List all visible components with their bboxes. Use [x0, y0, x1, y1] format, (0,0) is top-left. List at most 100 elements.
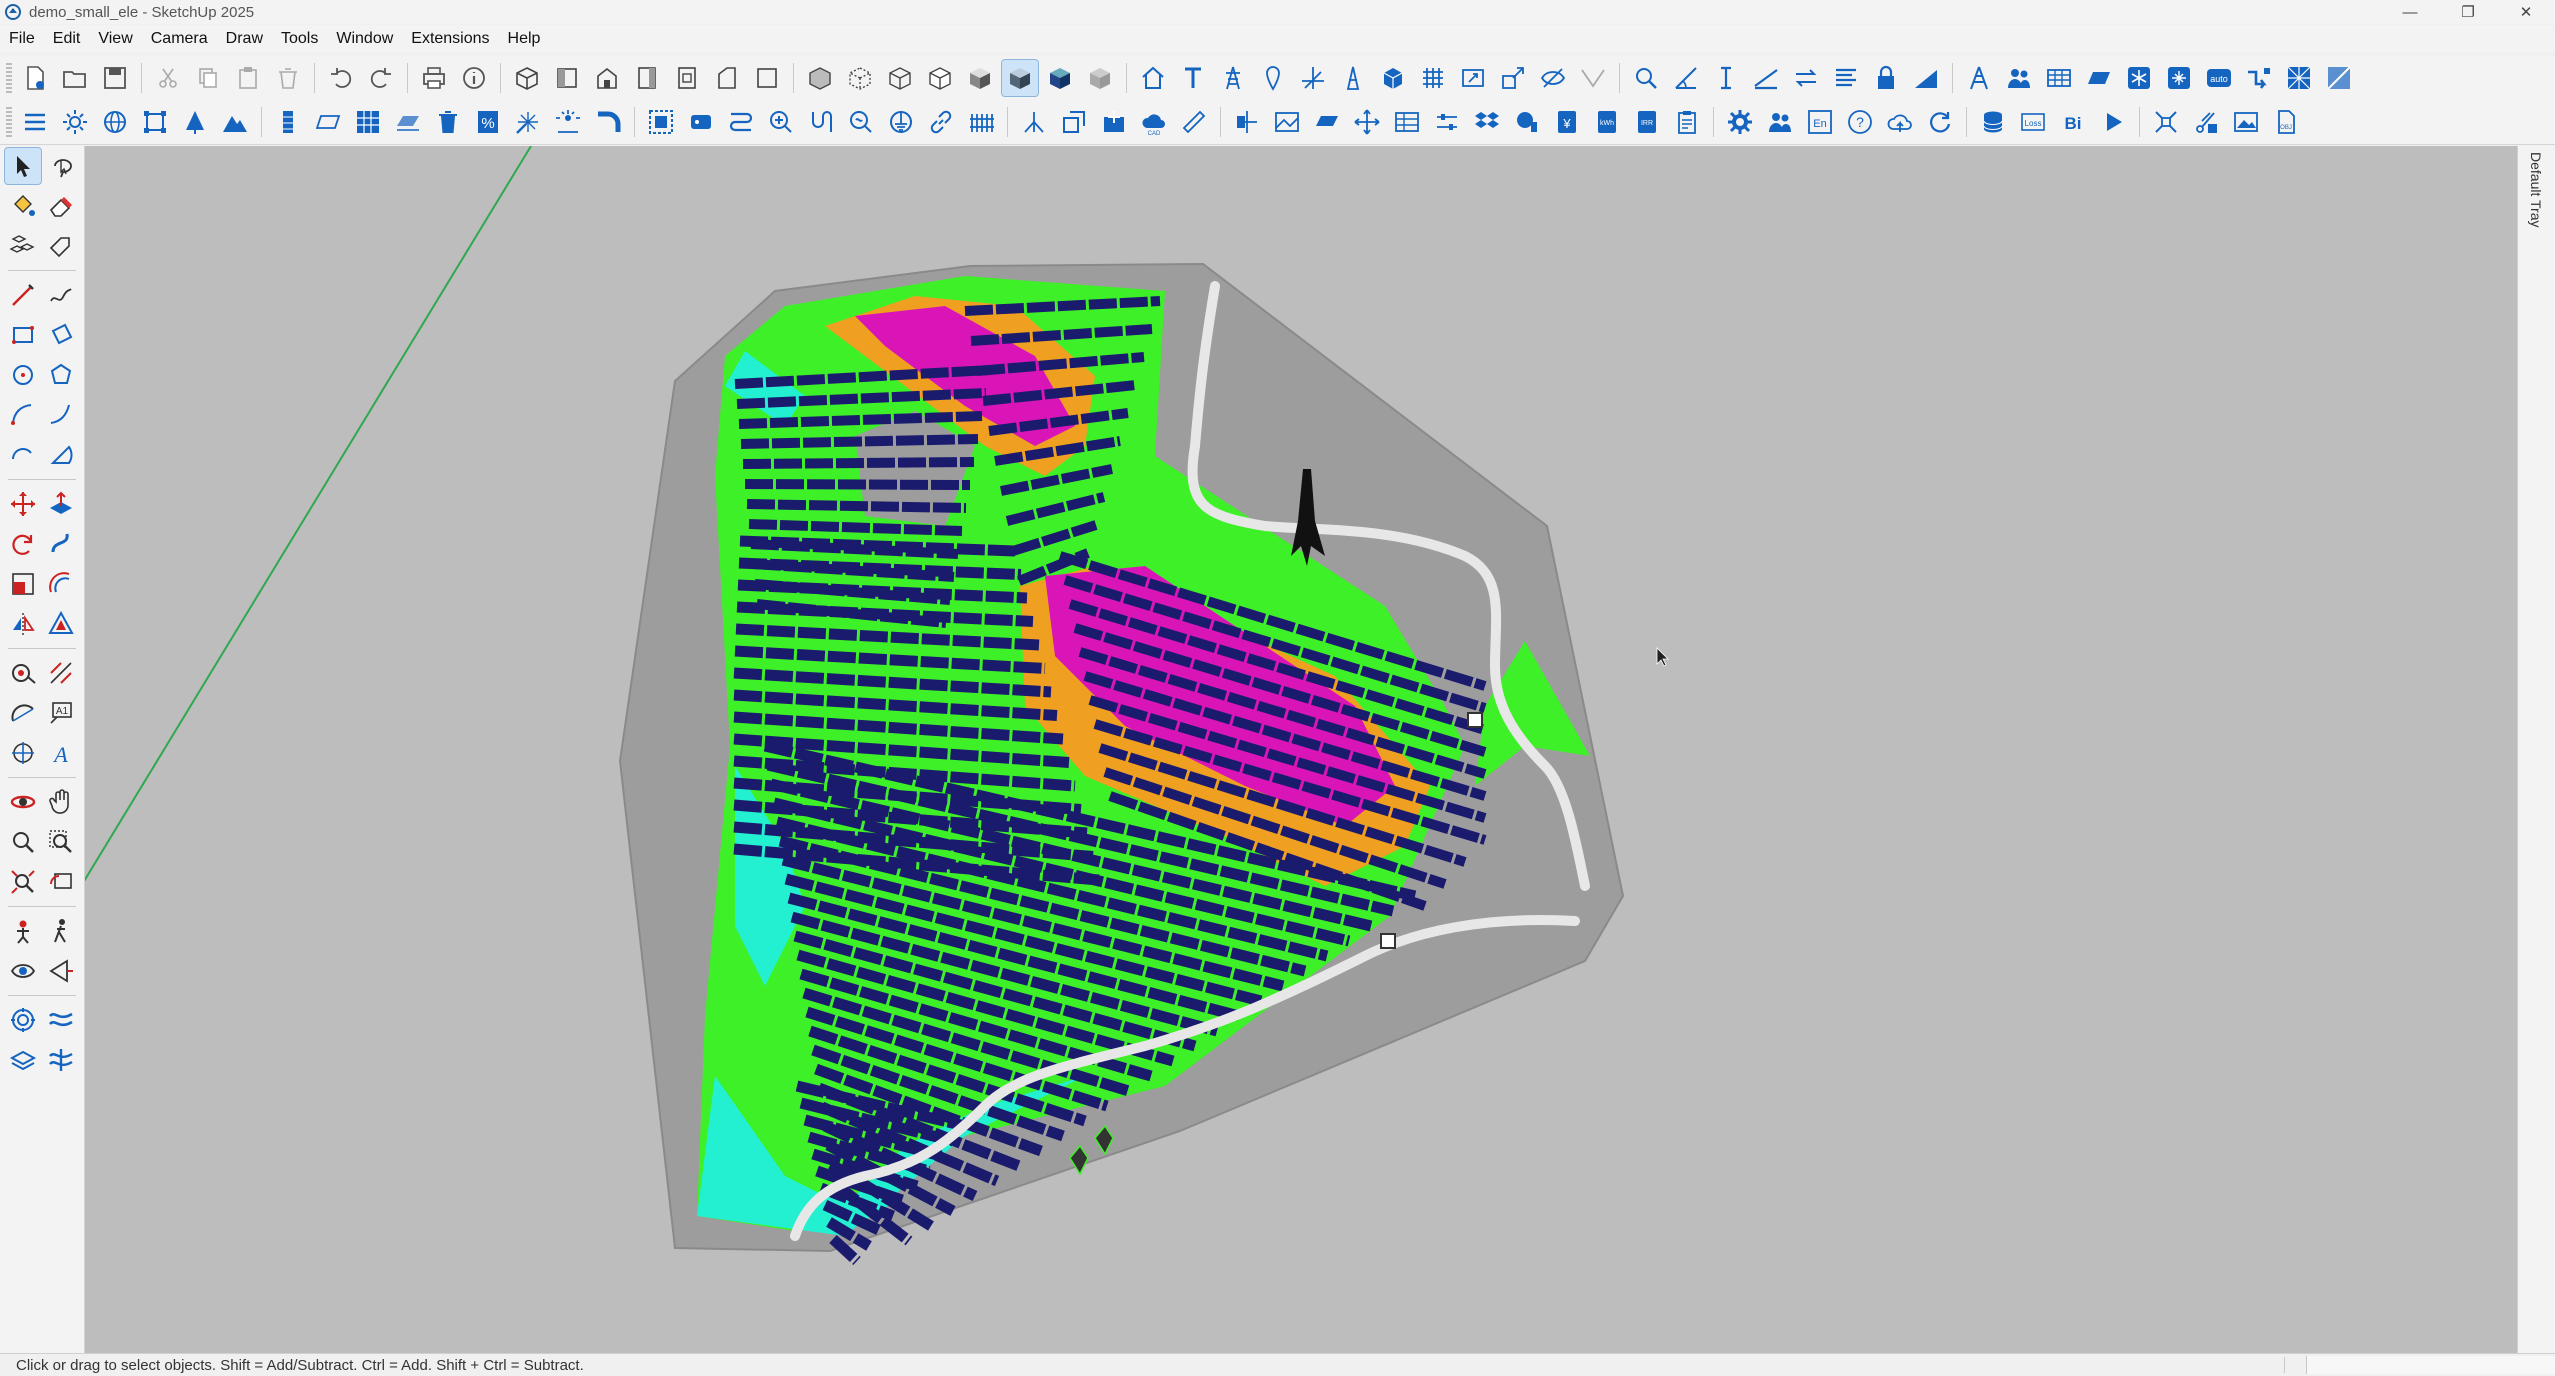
export-obj-button[interactable]: OBJ — [2268, 104, 2304, 140]
zoom-extents-tool-button[interactable] — [5, 864, 41, 900]
model-viewport[interactable] — [85, 146, 2517, 1353]
settings-button[interactable] — [1722, 104, 1758, 140]
tower-button[interactable] — [1215, 60, 1251, 96]
shade-button[interactable] — [177, 104, 213, 140]
protractor-tool-button[interactable] — [5, 695, 41, 731]
auto-layout-button[interactable]: auto — [2201, 60, 2237, 96]
mast-button[interactable] — [1335, 60, 1371, 96]
print-button[interactable] — [416, 60, 452, 96]
fold-button[interactable] — [1575, 60, 1611, 96]
redo-button[interactable] — [363, 60, 399, 96]
menu-help[interactable]: Help — [499, 30, 550, 48]
panel-tilt-button[interactable] — [390, 104, 426, 140]
back-edges-button[interactable] — [842, 60, 878, 96]
open-button[interactable] — [57, 60, 93, 96]
scale-button[interactable] — [1495, 60, 1531, 96]
transform-button[interactable] — [1056, 104, 1092, 140]
panel-flat-button[interactable] — [310, 104, 346, 140]
follow-me-tool-button[interactable] — [43, 526, 79, 562]
dropbox-button[interactable] — [1469, 104, 1505, 140]
route-button[interactable] — [2241, 60, 2277, 96]
inverter-button[interactable] — [683, 104, 719, 140]
pie-tool-button[interactable] — [43, 437, 79, 473]
three-point-arc-tool-button[interactable] — [5, 437, 41, 473]
sliders-button[interactable] — [1429, 104, 1465, 140]
tree-button[interactable] — [1509, 104, 1545, 140]
pylon-button[interactable] — [1961, 60, 1997, 96]
move-button[interactable] — [1349, 104, 1385, 140]
clipboard-button[interactable] — [1669, 104, 1705, 140]
default-tray[interactable]: Default Tray — [2517, 146, 2555, 1353]
play-button[interactable] — [2095, 104, 2131, 140]
language-button[interactable]: En — [1802, 104, 1838, 140]
image-button[interactable] — [1269, 104, 1305, 140]
section-plane-tool-button[interactable] — [43, 953, 79, 989]
sandbox-drape-tool-button[interactable] — [43, 1042, 79, 1078]
freehand-tool-button[interactable] — [43, 277, 79, 313]
cost-button[interactable]: ¥ — [1549, 104, 1585, 140]
orbit-tool-button[interactable] — [5, 784, 41, 820]
layers-menu-button[interactable] — [17, 104, 53, 140]
select-tool-button[interactable] — [4, 147, 42, 185]
wireframe-button[interactable] — [882, 60, 918, 96]
xray-style-button[interactable] — [802, 60, 838, 96]
link-button[interactable] — [923, 104, 959, 140]
monochrome-button[interactable] — [1042, 60, 1078, 96]
panel-array-button[interactable] — [350, 104, 386, 140]
cable-button[interactable] — [803, 104, 839, 140]
panel-vertical-button[interactable] — [270, 104, 306, 140]
scale-tool-button[interactable] — [5, 566, 41, 602]
table-button[interactable] — [2041, 60, 2077, 96]
measurements-box[interactable] — [2306, 1356, 2555, 1374]
shaded-textures-button[interactable] — [1001, 59, 1039, 97]
look-around-tool-button[interactable] — [5, 953, 41, 989]
refresh-button[interactable] — [1922, 104, 1958, 140]
style-gray-button[interactable] — [1082, 60, 1118, 96]
hidden-line-button[interactable] — [922, 60, 958, 96]
menu-edit[interactable]: Edit — [44, 30, 90, 48]
circle-tool-button[interactable] — [5, 357, 41, 393]
cut-panels-button[interactable] — [2188, 104, 2224, 140]
3d-text-tool-button[interactable]: A — [43, 735, 79, 771]
tag-tool-button[interactable] — [43, 228, 79, 264]
close-button[interactable]: ✕ — [2497, 0, 2555, 24]
bottom-view-button[interactable] — [749, 60, 785, 96]
maximize-button[interactable]: ❐ — [2439, 0, 2497, 24]
previous-view-tool-button[interactable] — [43, 864, 79, 900]
snow-button[interactable] — [2121, 60, 2157, 96]
height-button[interactable] — [1708, 60, 1744, 96]
menu-extensions[interactable]: Extensions — [402, 30, 498, 48]
menu-file[interactable]: File — [0, 30, 44, 48]
sparkle-button[interactable] — [510, 104, 546, 140]
rows-button[interactable] — [1828, 60, 1864, 96]
hide-button[interactable] — [1535, 60, 1571, 96]
cloud-upload-button[interactable] — [1882, 104, 1918, 140]
lock-button[interactable] — [1868, 60, 1904, 96]
solid-tool-button[interactable] — [43, 606, 79, 642]
tripod-button[interactable] — [1016, 104, 1052, 140]
delete-button[interactable] — [430, 104, 466, 140]
cloud-cad-button[interactable]: CAD — [1136, 104, 1172, 140]
warehouse-button[interactable] — [1135, 60, 1171, 96]
panel-place-button[interactable] — [1309, 104, 1345, 140]
minimize-button[interactable]: — — [2381, 0, 2439, 24]
zoom-window-tool-button[interactable] — [43, 824, 79, 860]
users-button[interactable] — [1762, 104, 1798, 140]
pin-button[interactable] — [1255, 60, 1291, 96]
flip-tool-button[interactable] — [5, 606, 41, 642]
terrain-button[interactable] — [1908, 60, 1944, 96]
paste-button[interactable] — [230, 60, 266, 96]
angle-button[interactable] — [1668, 60, 1704, 96]
explode-button[interactable] — [2148, 104, 2184, 140]
pattern-button[interactable] — [2281, 60, 2317, 96]
toolbar-grip[interactable] — [6, 107, 12, 137]
swap-button[interactable] — [1788, 60, 1824, 96]
arc-tool-button[interactable] — [5, 397, 41, 433]
stringing-button[interactable] — [723, 104, 759, 140]
rotate-tool-button[interactable] — [5, 526, 41, 562]
menu-draw[interactable]: Draw — [217, 30, 272, 48]
shaded-button[interactable] — [962, 60, 998, 96]
axis-button[interactable] — [1295, 60, 1331, 96]
globe-button[interactable] — [97, 104, 133, 140]
percent-button[interactable]: % — [470, 104, 506, 140]
